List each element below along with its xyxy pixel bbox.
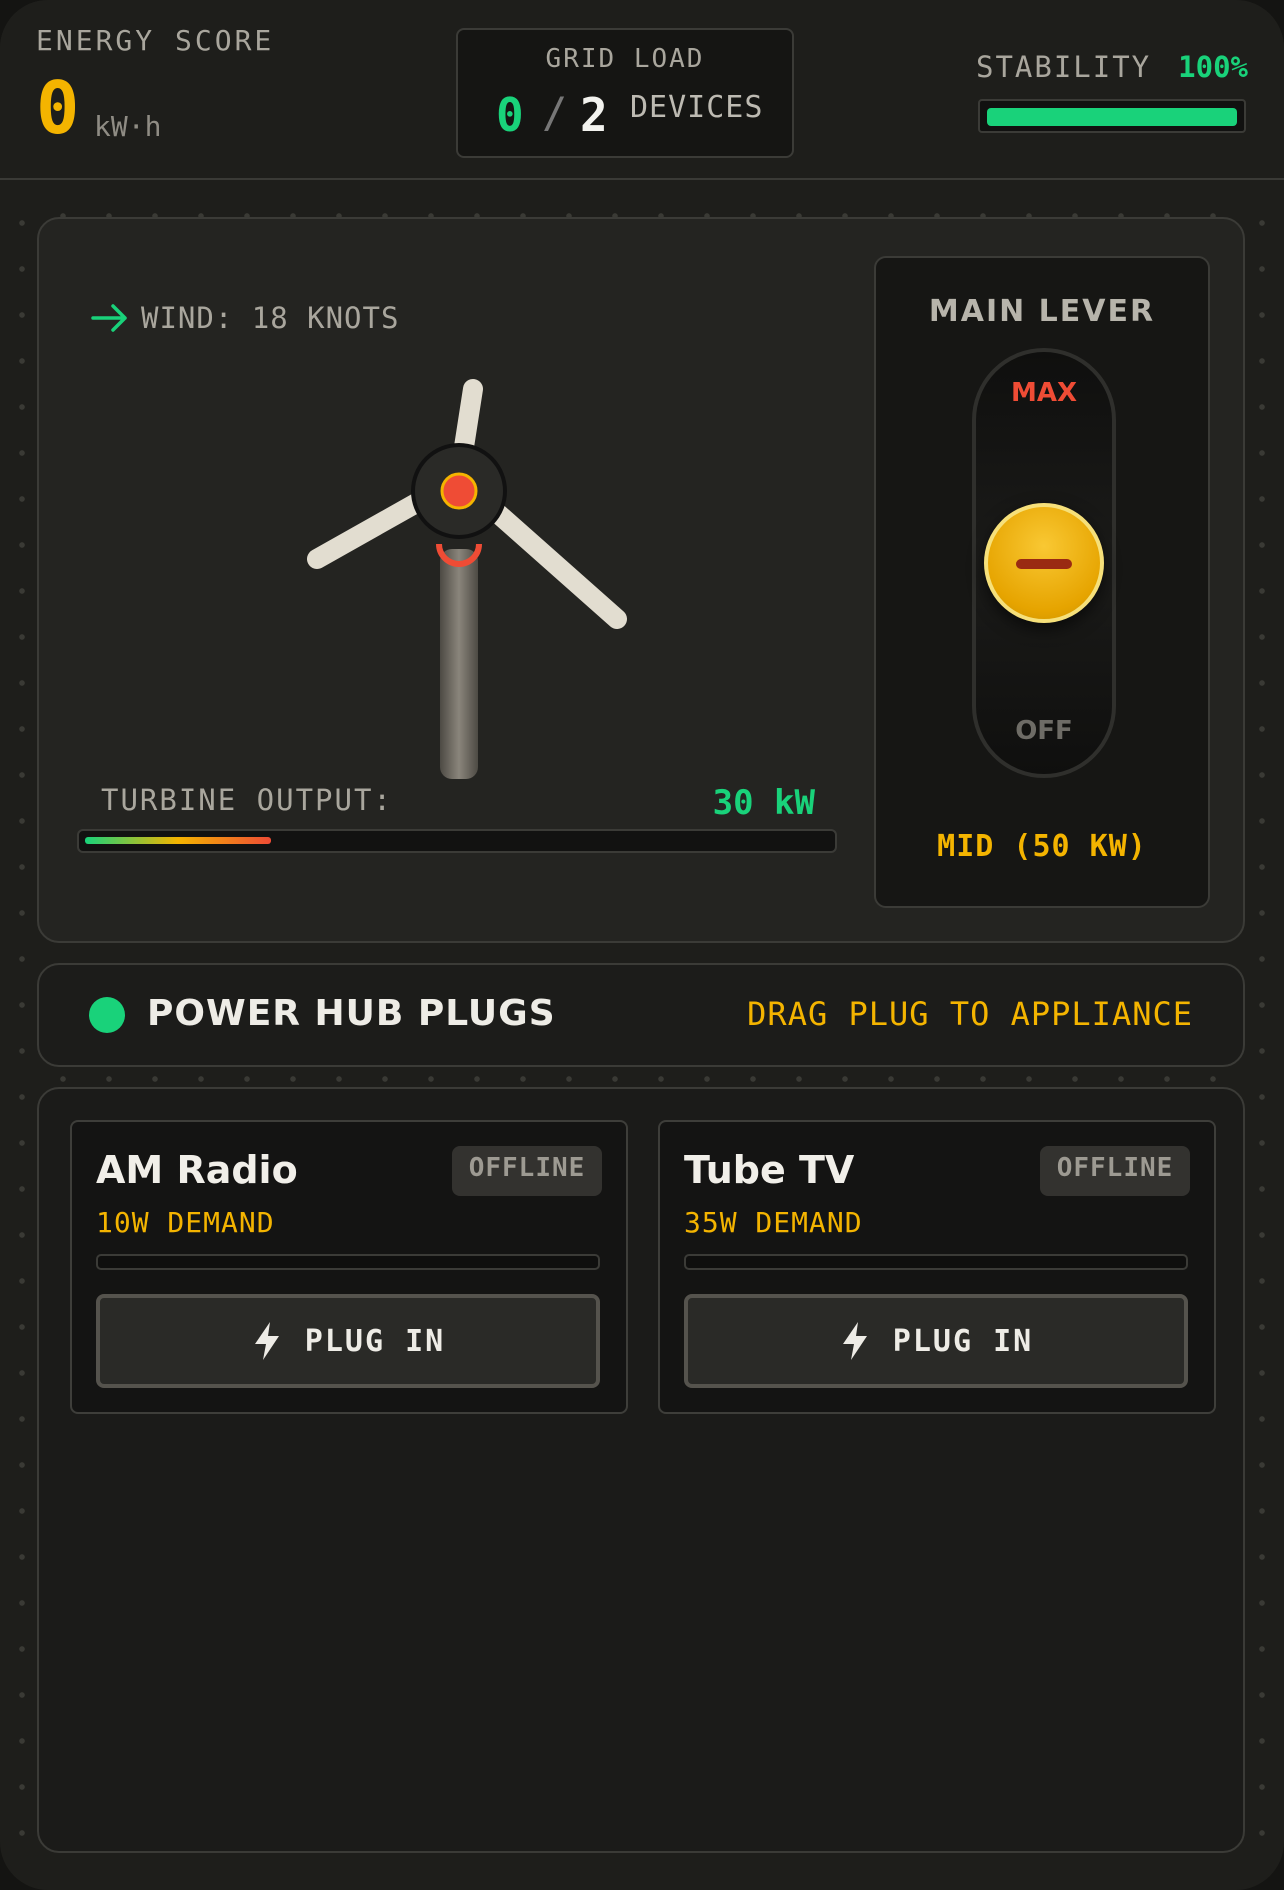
turbine-hub-core [440,472,478,510]
game-screen: ENERGY SCORE 0 kW·h GRID LOAD 0 / 2 DEVI… [0,0,1284,1890]
appliance-demand: 35W DEMAND [684,1206,863,1239]
hub-status-icon [89,997,125,1033]
turbine-output-bar [77,829,837,853]
grid-load-devices: DEVICES [630,90,764,125]
energy-score-unit: kW·h [94,110,162,143]
turbine-output-value: 30 kW [712,783,815,823]
stability-value: 100% [1178,50,1248,84]
lever-knob-grip-icon [1016,559,1072,569]
stability-label: STABILITY [976,50,1152,84]
lightning-icon [254,1322,279,1360]
grid-load-label: GRID LOAD [545,44,705,74]
appliance-name: Tube TV [684,1148,855,1192]
lever-state: MID (50 KW) [937,829,1147,864]
lever-max-label: MAX [1010,378,1078,408]
status-badge: OFFLINE [452,1146,602,1196]
grid-load-current: 0 [496,88,524,142]
turbine-output-label: TURBINE OUTPUT: [101,783,393,817]
appliance-demand: 10W DEMAND [96,1206,275,1239]
stability-bar [978,99,1246,133]
energy-score-label: ENERGY SCORE [36,24,275,57]
plug-in-button[interactable]: PLUG IN [684,1294,1188,1388]
grid-load-box: GRID LOAD 0 / 2 DEVICES [456,28,794,158]
lever-knob[interactable] [984,503,1104,623]
plug-in-button[interactable]: PLUG IN [96,1294,600,1388]
main-lever-box: MAIN LEVER MAX OFF MID (50 KW) [874,256,1210,908]
stability-bar-fill [987,108,1237,126]
wind-text: WIND: 18 KNOTS [141,301,400,335]
wind-arrow-icon [91,304,127,332]
right-rail-dots [1258,200,1266,1850]
status-badge: OFFLINE [1040,1146,1190,1196]
lever-track[interactable]: MAX OFF [972,348,1116,778]
appliance-card-tube-tv[interactable]: Tube TV 35W DEMAND OFFLINE PLUG IN [658,1120,1216,1414]
status-header: ENERGY SCORE 0 kW·h GRID LOAD 0 / 2 DEVI… [0,0,1284,180]
plug-in-label: PLUG IN [892,1323,1034,1359]
turbine-panel: WIND: 18 KNOTS TURBINE OUTPUT: 30 kW MAI… [37,217,1245,943]
appliance-area: AM Radio 10W DEMAND OFFLINE PLUG IN Tube… [37,1087,1245,1853]
mid-dots [40,1075,1244,1083]
grid-load-slash: / [542,88,568,137]
left-rail-dots [18,200,26,1850]
appliance-name: AM Radio [96,1148,298,1192]
turbine-output-bar-fill [85,837,271,844]
energy-score-value: 0 [36,66,80,150]
wind-turbine[interactable] [299,369,659,779]
plug-in-label: PLUG IN [304,1323,446,1359]
appliance-card-am-radio[interactable]: AM Radio 10W DEMAND OFFLINE PLUG IN [70,1120,628,1414]
main-lever-title: MAIN LEVER [928,294,1156,329]
power-hub-hint: DRAG PLUG TO APPLIANCE [747,995,1193,1033]
turbine-tower [440,549,478,779]
power-hub-bar: POWER HUB PLUGS DRAG PLUG TO APPLIANCE [37,963,1245,1067]
wind-indicator: WIND: 18 KNOTS [91,301,399,335]
lightning-icon [842,1322,867,1360]
appliance-power-bar [684,1254,1188,1270]
grid-load-total: 2 [580,88,608,142]
appliance-power-bar [96,1254,600,1270]
power-hub-title: POWER HUB PLUGS [147,993,556,1034]
lever-off-label: OFF [1015,716,1073,746]
